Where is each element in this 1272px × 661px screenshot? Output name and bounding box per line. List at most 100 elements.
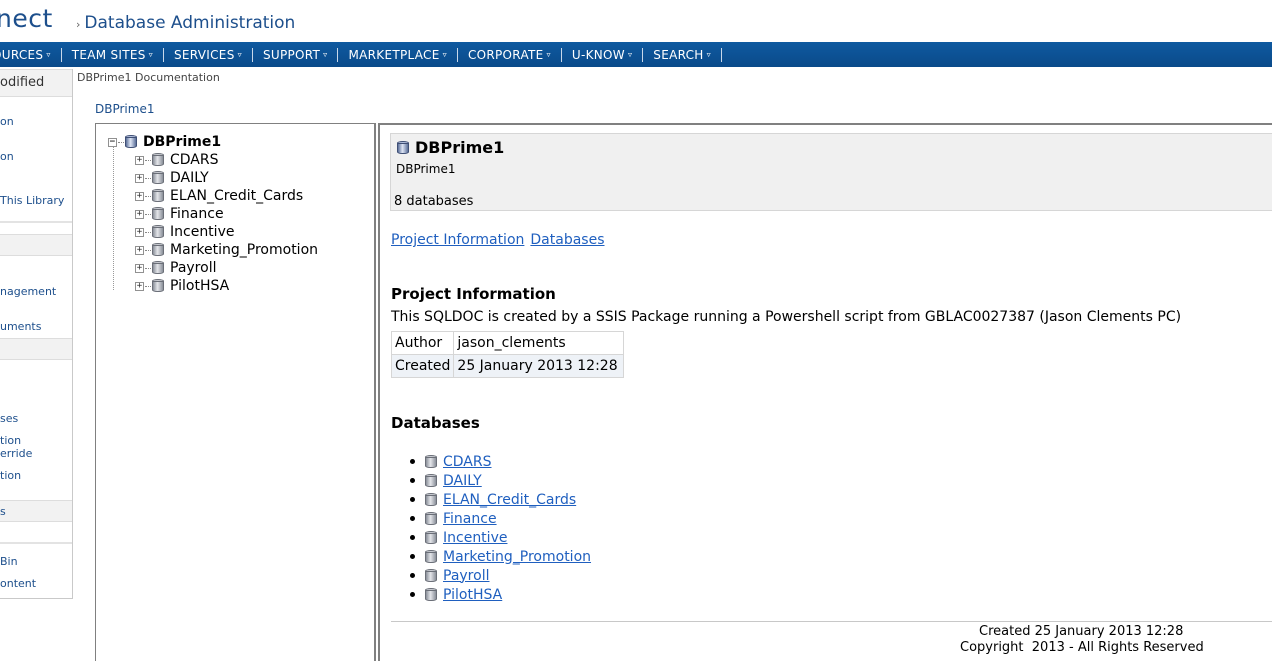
database-icon bbox=[425, 587, 437, 602]
database-icon bbox=[152, 279, 164, 293]
tree-node[interactable]: + Marketing_Promotion bbox=[135, 241, 318, 259]
tree-node[interactable]: + DAILY bbox=[135, 169, 209, 187]
nav-item-search[interactable]: SEARCH ▿ bbox=[643, 42, 721, 67]
expand-icon[interactable]: + bbox=[135, 245, 144, 255]
database-server-icon bbox=[397, 140, 409, 155]
site-title[interactable]: › Database Administration bbox=[76, 13, 295, 33]
nav-item-u-know[interactable]: U-KNOW ▿ bbox=[562, 42, 642, 67]
list-item: DAILY bbox=[410, 471, 591, 490]
sidebar-link[interactable]: erride bbox=[0, 447, 32, 460]
sidebar-link[interactable]: s bbox=[0, 505, 6, 518]
database-link[interactable]: DAILY bbox=[443, 473, 482, 489]
tree-node[interactable]: + Payroll bbox=[135, 259, 216, 277]
dropdown-caret-icon: ▿ bbox=[546, 50, 551, 59]
dropdown-caret-icon: ▿ bbox=[706, 50, 711, 59]
left-quick-launch: odified on on This Library nagement umen… bbox=[0, 69, 73, 599]
nav-item-team-sites[interactable]: TEAM SITES ▿ bbox=[62, 42, 163, 67]
table-row: Created 25 January 2013 12:28 bbox=[390, 354, 625, 378]
tree-dots bbox=[145, 285, 151, 287]
expand-icon[interactable]: + bbox=[135, 155, 144, 165]
sidebar-link[interactable]: on bbox=[0, 115, 14, 128]
database-link[interactable]: ELAN_Credit_Cards bbox=[443, 492, 576, 508]
footer-created: Created 25 January 2013 12:28 bbox=[979, 624, 1184, 639]
list-item: Payroll bbox=[410, 566, 591, 585]
sidebar-divider bbox=[0, 542, 72, 544]
tree-node[interactable]: + ELAN_Credit_Cards bbox=[135, 187, 303, 205]
tree-root-node[interactable]: − DBPrime1 bbox=[108, 133, 221, 151]
sidebar-section-header bbox=[0, 234, 72, 256]
expand-icon[interactable]: + bbox=[135, 263, 144, 273]
database-icon bbox=[425, 568, 437, 583]
sidebar-link[interactable]: on bbox=[0, 150, 14, 163]
database-link[interactable]: Incentive bbox=[443, 530, 507, 546]
sidebar-link[interactable]: ontent bbox=[0, 577, 36, 590]
project-information-link[interactable]: Project Information bbox=[391, 232, 524, 248]
database-icon bbox=[152, 171, 164, 185]
summary-box: DBPrime1 DBPrime1 8 databases bbox=[390, 133, 1272, 211]
sidebar-link[interactable]: ses bbox=[0, 412, 18, 425]
tree-node[interactable]: + PilotHSA bbox=[135, 277, 229, 295]
list-item: Finance bbox=[410, 509, 591, 528]
sidebar-link[interactable]: Bin bbox=[0, 555, 18, 568]
tree-dots bbox=[145, 267, 151, 269]
tree-node[interactable]: + Finance bbox=[135, 205, 224, 223]
expand-icon[interactable]: + bbox=[135, 173, 144, 183]
sidebar-link[interactable]: nagement bbox=[0, 285, 56, 298]
expand-icon[interactable]: + bbox=[135, 191, 144, 201]
sidebar-title: odified bbox=[0, 75, 45, 90]
sidebar-link[interactable]: tion bbox=[0, 434, 21, 447]
tree-node-label: CDARS bbox=[170, 152, 219, 168]
dropdown-caret-icon: ▿ bbox=[627, 50, 633, 59]
database-link[interactable]: Marketing_Promotion bbox=[443, 549, 591, 565]
table-cell-label: Created bbox=[390, 354, 455, 378]
databases-link[interactable]: Databases bbox=[530, 232, 604, 248]
expand-icon[interactable]: + bbox=[135, 227, 144, 237]
tree-root-label: DBPrime1 bbox=[143, 134, 222, 150]
footer-copyright: Copyright 2013 - All Rights Reserved bbox=[960, 640, 1204, 655]
nav-item-support[interactable]: SUPPORT ▿ bbox=[253, 42, 338, 67]
database-list: CDARS DAILY ELAN_Credit_Cards Finance In… bbox=[410, 452, 591, 604]
tree-node[interactable]: + CDARS bbox=[135, 151, 219, 169]
database-icon bbox=[152, 207, 164, 221]
tree-connector-line bbox=[113, 146, 114, 290]
collapse-icon[interactable]: − bbox=[108, 137, 117, 147]
nav-item-corporate[interactable]: CORPORATE ▿ bbox=[458, 42, 561, 67]
nav-item-services[interactable]: SERVICES ▿ bbox=[164, 42, 252, 67]
databases-heading: Databases bbox=[391, 414, 480, 432]
database-link[interactable]: Payroll bbox=[443, 568, 489, 584]
table-row: Author jason_clements bbox=[390, 331, 625, 355]
tree-node-label: DAILY bbox=[170, 170, 209, 186]
tree-panel: − DBPrime1 + CDARS + DAILY + ELAN_Credit… bbox=[95, 123, 376, 661]
top-navigation-bar: OURCES▿ TEAM SITES▿ SERVICES▿ SUPPORT▿ M… bbox=[0, 42, 1272, 67]
summary-subtitle: DBPrime1 bbox=[396, 162, 456, 176]
tree-node-label: Payroll bbox=[170, 260, 217, 276]
tree-node-label: PilotHSA bbox=[170, 278, 230, 294]
list-item: CDARS bbox=[410, 452, 591, 471]
db-name-link[interactable]: DBPrime1 bbox=[95, 102, 154, 116]
list-item: PilotHSA bbox=[410, 585, 591, 604]
tree-dots bbox=[145, 213, 151, 215]
tree-dots bbox=[145, 249, 151, 251]
sidebar-divider bbox=[0, 221, 72, 223]
database-icon bbox=[425, 549, 437, 564]
database-link[interactable]: CDARS bbox=[443, 454, 492, 470]
database-count: 8 databases bbox=[394, 194, 474, 209]
sidebar-link[interactable]: uments bbox=[0, 320, 41, 333]
nav-item-marketplace[interactable]: MARKETPLACE ▿ bbox=[338, 42, 456, 67]
tree-dots bbox=[145, 159, 151, 161]
tree-node[interactable]: + Incentive bbox=[135, 223, 234, 241]
database-icon bbox=[425, 473, 437, 488]
nav-item-resources[interactable]: OURCES▿ bbox=[0, 42, 61, 67]
database-link[interactable]: PilotHSA bbox=[443, 587, 502, 603]
sidebar-link[interactable]: This Library bbox=[0, 194, 64, 207]
tree-dots bbox=[145, 177, 151, 179]
database-icon bbox=[425, 454, 437, 469]
expand-icon[interactable]: + bbox=[135, 209, 144, 219]
dropdown-caret-icon: ▿ bbox=[46, 50, 51, 59]
expand-icon[interactable]: + bbox=[135, 281, 144, 291]
list-item: ELAN_Credit_Cards bbox=[410, 490, 591, 509]
database-link[interactable]: Finance bbox=[443, 511, 497, 527]
sidebar-link[interactable]: tion bbox=[0, 469, 21, 482]
breadcrumb: DBPrime1 Documentation bbox=[77, 71, 220, 84]
database-icon bbox=[152, 225, 164, 239]
